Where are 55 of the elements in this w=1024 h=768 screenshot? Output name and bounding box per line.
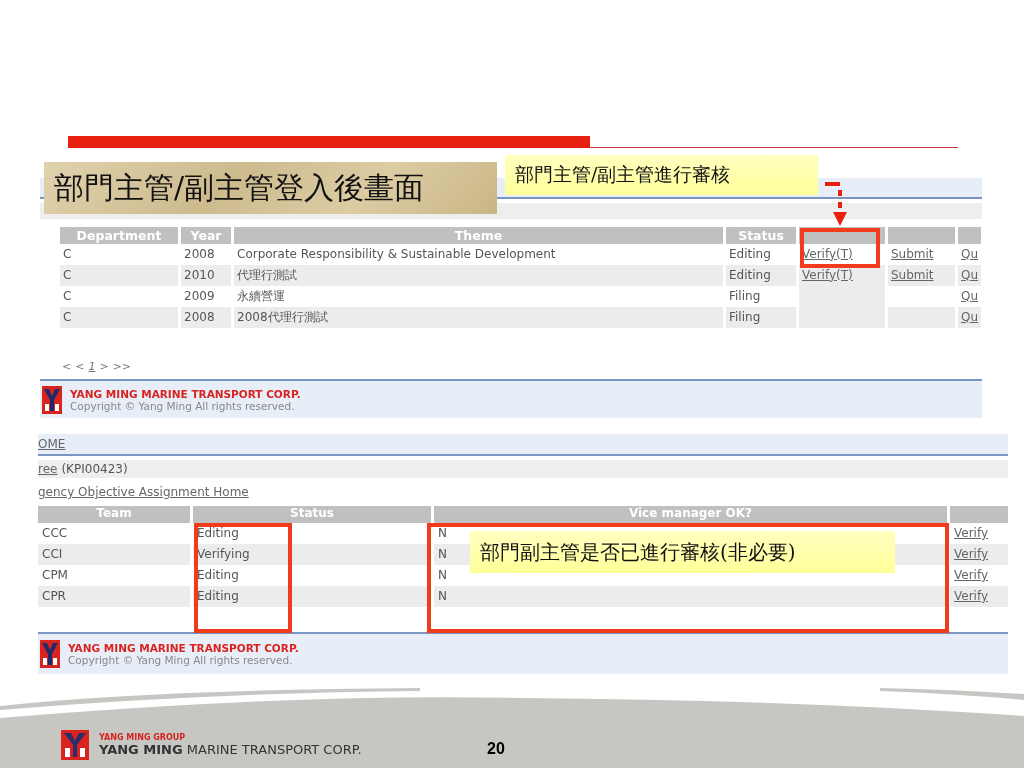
verify-link[interactable]: Verify xyxy=(954,547,989,561)
page-link[interactable]: < xyxy=(62,359,72,374)
page-link[interactable]: >> xyxy=(112,359,132,374)
column-header: Year xyxy=(181,226,231,244)
column-header: Department xyxy=(60,226,178,244)
copyright-text: Copyright © Yang Ming All rights reserved. xyxy=(68,654,294,666)
column-header: Team xyxy=(38,506,190,523)
column-header: Status xyxy=(193,506,431,523)
column-header: Status xyxy=(726,226,796,244)
callout-note: 部門主管/副主管進行審核 xyxy=(505,155,818,195)
table-link[interactable]: Qu xyxy=(961,246,979,261)
group-name: YANG MING GROUP xyxy=(99,733,187,742)
page-number: 20 xyxy=(487,740,505,758)
table-cell: C xyxy=(60,306,178,328)
title-banner: 部門主管/副主管登入後畫面 xyxy=(44,162,497,214)
page-link[interactable]: > xyxy=(99,359,109,374)
logo-icon xyxy=(61,730,89,760)
column-header xyxy=(950,506,1008,523)
table-cell: 2010 xyxy=(181,264,231,286)
table-link[interactable]: Qu xyxy=(961,309,979,324)
table-cell: N xyxy=(434,586,947,607)
column-header: Theme xyxy=(234,226,723,244)
tree-link[interactable]: ree xyxy=(38,462,58,476)
page-link[interactable]: 1 xyxy=(88,359,96,374)
table-cell: Filing xyxy=(726,306,796,328)
table-link[interactable]: Qu xyxy=(961,267,979,282)
table-cell: C xyxy=(60,264,178,286)
company-name: YANG MING MARINE TRANSPORT CORP. xyxy=(99,742,363,757)
verify-link[interactable]: Verify xyxy=(954,568,989,582)
company-name: YANG MING MARINE TRANSPORT CORP. xyxy=(70,387,301,400)
callout-note: 部門副主管是否已進行審核(非必要) xyxy=(470,531,895,573)
verify-link[interactable]: Verify(T) xyxy=(802,267,853,282)
page-link[interactable]: < xyxy=(75,359,85,374)
table-cell: CCI xyxy=(38,544,190,565)
company-name: YANG MING MARINE TRANSPORT CORP. xyxy=(68,642,299,654)
verify-link[interactable]: Verify xyxy=(954,526,989,540)
table-cell: CPR xyxy=(38,586,190,607)
table-link[interactable]: Qu xyxy=(961,288,979,303)
tree-code: (KPI00423) xyxy=(61,462,128,476)
logo-icon xyxy=(40,640,60,668)
table-cell: 2008代理行測試 xyxy=(234,306,723,328)
verify-link[interactable]: Verify(T) xyxy=(802,246,853,261)
verify-link[interactable]: Verify xyxy=(954,589,989,603)
table-cell: 2008 xyxy=(181,306,231,328)
logo-icon xyxy=(42,385,62,414)
copyright-text: Copyright © Yang Ming All rights reserved. xyxy=(70,399,296,412)
column-header xyxy=(888,226,955,244)
submit-link[interactable]: Submit xyxy=(891,267,934,282)
table-cell: 代理行測試 xyxy=(234,264,723,286)
home-link[interactable]: OME xyxy=(38,437,66,451)
submit-link[interactable]: Submit xyxy=(891,246,934,261)
column-header: Vice manager OK? xyxy=(434,506,947,523)
table-cell: Editing xyxy=(726,264,796,286)
assignment-home-link[interactable]: gency Objective Assignment Home xyxy=(38,485,249,499)
column-header xyxy=(958,226,981,244)
